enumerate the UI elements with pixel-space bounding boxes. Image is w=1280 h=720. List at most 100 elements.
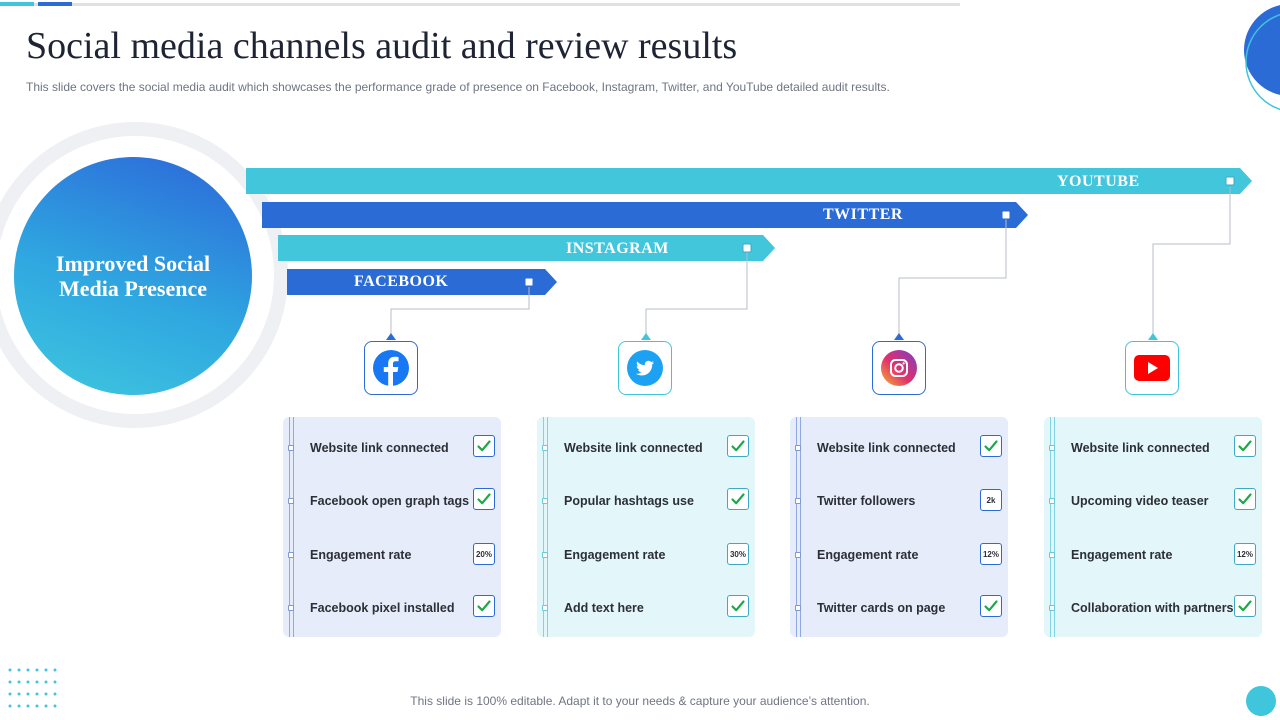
audit-row: Engagement rate 20% xyxy=(283,542,501,570)
audit-row: Engagement rate 12% xyxy=(790,542,1008,570)
facebook-icon xyxy=(373,350,409,386)
audit-value-badge: 20% xyxy=(473,543,495,565)
facebook-node xyxy=(524,277,534,287)
row-marker xyxy=(795,552,801,558)
twitter-icon-box xyxy=(618,341,672,395)
audit-row: Twitter followers 2k xyxy=(790,488,1008,516)
audit-check-box xyxy=(1234,488,1256,510)
audit-check-box xyxy=(1234,595,1256,617)
audit-item-label: Facebook pixel installed xyxy=(310,601,455,615)
youtube-icon-box xyxy=(1125,341,1179,395)
row-marker xyxy=(1049,445,1055,451)
row-marker xyxy=(288,605,294,611)
audit-check-box xyxy=(473,435,495,457)
audit-value-badge: 30% xyxy=(727,543,749,565)
checkmark-icon xyxy=(1238,600,1252,612)
row-marker xyxy=(288,498,294,504)
row-marker xyxy=(542,498,548,504)
twitter-icon xyxy=(627,350,663,386)
audit-row: Popular hashtags use xyxy=(537,488,755,516)
audit-check-box xyxy=(1234,435,1256,457)
audit-row: Collaboration with partners xyxy=(1044,595,1262,623)
audit-row: Website link connected xyxy=(790,435,1008,463)
instagram-icon-box xyxy=(872,341,926,395)
audit-row: Upcoming video teaser xyxy=(1044,488,1262,516)
audit-check-box xyxy=(980,435,1002,457)
audit-row: Engagement rate 12% xyxy=(1044,542,1262,570)
row-marker xyxy=(1049,552,1055,558)
checkmark-icon xyxy=(477,600,491,612)
audit-check-box xyxy=(727,435,749,457)
instagram-connector xyxy=(645,252,748,334)
audit-check-box xyxy=(727,488,749,510)
row-marker xyxy=(542,605,548,611)
instagram-icon xyxy=(881,350,917,386)
corner-circle-decoration xyxy=(1246,686,1276,716)
facebook-label: FACEBOOK xyxy=(354,273,449,290)
audit-item-label: Popular hashtags use xyxy=(564,494,694,508)
audit-item-label: Engagement rate xyxy=(1071,548,1173,562)
audit-item-label: Website link connected xyxy=(1071,441,1210,455)
twitter-audit-panel: Website link connected Popular hashtags u… xyxy=(537,417,755,637)
row-marker xyxy=(1049,498,1055,504)
audit-item-label: Engagement rate xyxy=(310,548,412,562)
row-marker xyxy=(795,445,801,451)
facebook-icon-box xyxy=(364,341,418,395)
checkmark-icon xyxy=(731,600,745,612)
checkmark-icon xyxy=(477,440,491,452)
youtube-node xyxy=(1225,176,1235,186)
instagram-audit-panel: Website link connected Twitter followers 2… xyxy=(790,417,1008,637)
audit-row: Website link connected xyxy=(283,435,501,463)
youtube-icon xyxy=(1134,355,1170,381)
checkmark-icon xyxy=(1238,493,1252,505)
row-marker xyxy=(288,552,294,558)
checkmark-icon xyxy=(1238,440,1252,452)
checkmark-icon xyxy=(984,600,998,612)
audit-value-badge: 12% xyxy=(980,543,1002,565)
row-marker xyxy=(288,445,294,451)
audit-item-label: Collaboration with partners xyxy=(1071,601,1234,615)
audit-item-label: Engagement rate xyxy=(564,548,666,562)
instagram-node xyxy=(742,243,752,253)
youtube-label: YOUTUBE xyxy=(1057,173,1140,190)
audit-item-label: Upcoming video teaser xyxy=(1071,494,1209,508)
audit-item-label: Twitter cards on page xyxy=(817,601,946,615)
twitter-pointer xyxy=(641,333,651,340)
checkmark-icon xyxy=(731,493,745,505)
audit-item-label: Facebook open graph tags xyxy=(310,494,470,508)
twitter-connector xyxy=(898,219,1007,334)
audit-check-box xyxy=(727,595,749,617)
row-marker xyxy=(795,605,801,611)
audit-row: Engagement rate 30% xyxy=(537,542,755,570)
checkmark-icon xyxy=(731,440,745,452)
twitter-label: TWITTER xyxy=(823,206,903,223)
audit-item-label: Website link connected xyxy=(817,441,956,455)
checkmark-icon xyxy=(984,440,998,452)
audit-value-badge: 12% xyxy=(1234,543,1256,565)
footer-note: This slide is 100% editable. Adapt it to… xyxy=(410,694,870,708)
row-marker xyxy=(542,445,548,451)
audit-item-label: Website link connected xyxy=(564,441,703,455)
instagram-pointer xyxy=(894,333,904,340)
facebook-audit-panel: Website link connected Facebook open grap… xyxy=(283,417,501,637)
checkmark-icon xyxy=(477,493,491,505)
audit-check-box xyxy=(980,595,1002,617)
youtube-connector xyxy=(1152,187,1231,334)
twitter-node xyxy=(1001,210,1011,220)
audit-row: Facebook open graph tags xyxy=(283,488,501,516)
twitter-bar xyxy=(262,202,1028,228)
audit-row: Add text here xyxy=(537,595,755,623)
facebook-pointer xyxy=(386,333,396,340)
audit-check-box xyxy=(473,488,495,510)
youtube-audit-panel: Website link connected Upcoming video tea… xyxy=(1044,417,1262,637)
audit-item-label: Website link connected xyxy=(310,441,449,455)
audit-check-box xyxy=(473,595,495,617)
audit-row: Twitter cards on page xyxy=(790,595,1008,623)
audit-row: Website link connected xyxy=(537,435,755,463)
instagram-bar xyxy=(278,235,775,261)
audit-value-badge: 2k xyxy=(980,489,1002,511)
audit-row: Facebook pixel installed xyxy=(283,595,501,623)
audit-item-label: Add text here xyxy=(564,601,644,615)
youtube-pointer xyxy=(1148,333,1158,340)
instagram-label: INSTAGRAM xyxy=(566,240,669,257)
